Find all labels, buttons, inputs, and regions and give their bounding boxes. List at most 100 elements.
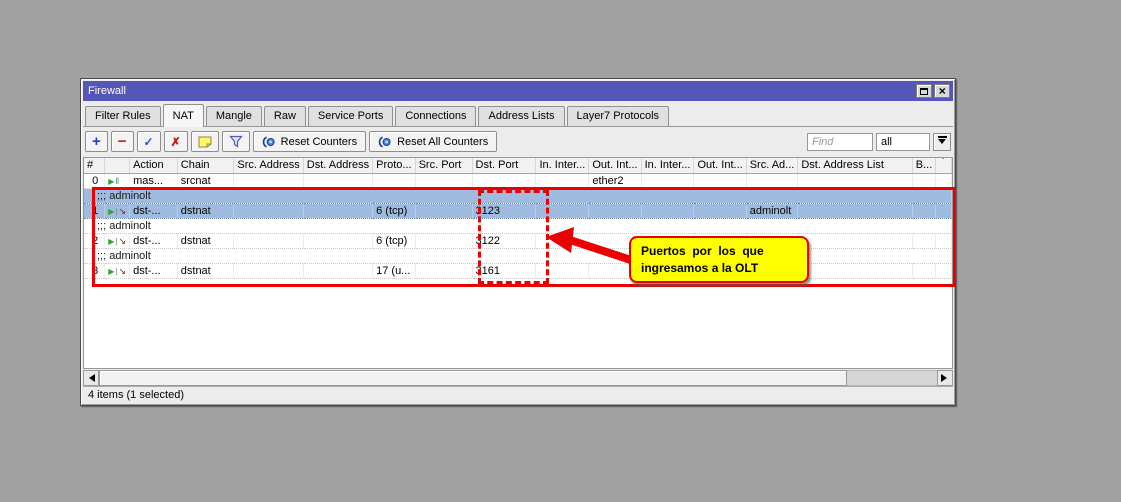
dst-nat-icon: ▶|↘ xyxy=(108,267,126,276)
masquerade-icon: ▶‖ xyxy=(108,177,119,186)
cell-dst-address-list xyxy=(798,203,912,218)
cell-dst-port: 3123 xyxy=(472,203,536,218)
comment-row[interactable]: ;;; adminolt xyxy=(84,248,952,263)
scrollbar-track[interactable] xyxy=(847,370,937,386)
col-header-dst-address[interactable]: Dst. Address xyxy=(303,158,372,173)
cell-action: mas... xyxy=(130,173,178,188)
reset-all-counters-button[interactable]: Reset All Counters xyxy=(369,131,497,152)
col-header-num[interactable]: # xyxy=(84,158,105,173)
cell-dst-address xyxy=(303,173,372,188)
tab-nat[interactable]: NAT xyxy=(163,104,204,127)
col-header-action[interactable]: Action xyxy=(130,158,178,173)
cell-dst-address xyxy=(303,233,372,248)
find-input[interactable] xyxy=(807,133,873,151)
col-header-src-address-list[interactable]: Src. Ad... xyxy=(746,158,798,173)
col-header-dst-address-list[interactable]: Dst. Address List xyxy=(798,158,912,173)
col-header-src-address[interactable]: Src. Address xyxy=(234,158,303,173)
col-header-bytes[interactable]: B... xyxy=(912,158,936,173)
cell-spacer xyxy=(936,173,952,188)
scrollbar-thumb[interactable] xyxy=(99,370,847,386)
table-header-row: # ActionChainSrc. AddressDst. AddressProt… xyxy=(84,158,952,173)
tab-layer7-protocols[interactable]: Layer7 Protocols xyxy=(567,106,670,126)
cell-src-address-list: adminolt xyxy=(746,203,798,218)
enable-rule-button[interactable]: ✓ xyxy=(137,131,161,152)
cell-dst-port xyxy=(472,173,536,188)
rule-row[interactable]: 1▶|↘dst-...dstnat6 (tcp)3123adminolt xyxy=(84,203,952,218)
cell-num: 2 xyxy=(84,233,105,248)
comment-row[interactable]: ;;; adminolt xyxy=(84,218,952,233)
horizontal-scrollbar[interactable] xyxy=(83,370,953,386)
rule-row[interactable]: 0▶‖mas...srcnatether2 xyxy=(84,173,952,188)
toolbar: + − ✓ ✗ Reset Counters Reset All Counter… xyxy=(83,127,953,157)
comment-row[interactable]: ;;; adminolt xyxy=(84,188,952,203)
tab-filter-rules[interactable]: Filter Rules xyxy=(85,106,161,126)
col-header-dst-port[interactable]: Dst. Port xyxy=(472,158,536,173)
cell-chain: dstnat xyxy=(177,263,234,278)
col-header-icon[interactable] xyxy=(105,158,130,173)
cell-in-interface-2 xyxy=(641,203,694,218)
cell-out-interface xyxy=(589,203,641,218)
chain-filter-dropdown-button[interactable] xyxy=(933,133,951,151)
tab-service-ports[interactable]: Service Ports xyxy=(308,106,393,126)
funnel-icon xyxy=(229,135,243,148)
reset-counters-label: Reset Counters xyxy=(281,136,357,148)
cell-dst-address-list xyxy=(798,263,912,278)
reset-counters-button[interactable]: Reset Counters xyxy=(253,131,366,152)
arrow-left-icon xyxy=(85,374,95,382)
col-header-chain[interactable]: Chain xyxy=(177,158,234,173)
col-header-column-selector[interactable] xyxy=(936,158,952,173)
cell-chain: dstnat xyxy=(177,233,234,248)
annotation-callout: Puertos por los que ingresamos a la OLT xyxy=(629,236,809,283)
cell-icon: ▶‖ xyxy=(105,173,130,188)
cell-src-port xyxy=(415,233,472,248)
rule-row[interactable]: 3▶|↘dst-...dstnat17 (u...3161 xyxy=(84,263,952,278)
cell-src-address xyxy=(234,203,303,218)
cell-src-address xyxy=(234,233,303,248)
add-rule-button[interactable]: + xyxy=(85,131,108,152)
cell-protocol: 17 (u... xyxy=(373,263,415,278)
cell-src-address xyxy=(234,173,303,188)
tab-raw[interactable]: Raw xyxy=(264,106,306,126)
cell-action: dst-... xyxy=(130,233,178,248)
cell-icon: ▶|↘ xyxy=(105,203,130,218)
table-body: 0▶‖mas...srcnatether2;;; adminolt1▶|↘dst… xyxy=(84,173,952,278)
chevron-down-icon xyxy=(938,139,946,148)
cell-chain: srcnat xyxy=(177,173,234,188)
col-header-out-interface[interactable]: Out. Int... xyxy=(589,158,641,173)
chain-filter-select[interactable]: all xyxy=(876,133,930,151)
cell-in-interface xyxy=(536,263,589,278)
close-button[interactable]: × xyxy=(934,84,950,98)
col-header-protocol[interactable]: Proto... xyxy=(373,158,415,173)
comment-cell: ;;; adminolt xyxy=(84,248,952,263)
cell-action: dst-... xyxy=(130,203,178,218)
filter-button[interactable] xyxy=(222,131,250,152)
col-header-out-interface-2[interactable]: Out. Int... xyxy=(694,158,746,173)
disable-rule-button[interactable]: ✗ xyxy=(164,131,188,152)
scroll-right-button[interactable] xyxy=(937,370,953,386)
nat-table: # ActionChainSrc. AddressDst. AddressProt… xyxy=(84,158,952,279)
tab-mangle[interactable]: Mangle xyxy=(206,106,262,126)
plus-icon: + xyxy=(92,134,101,149)
cell-src-port xyxy=(415,203,472,218)
rules-table-area: # ActionChainSrc. AddressDst. AddressProt… xyxy=(83,157,953,369)
close-icon: × xyxy=(938,85,945,97)
maximize-button[interactable] xyxy=(916,84,932,98)
col-header-src-port[interactable]: Src. Port xyxy=(415,158,472,173)
comment-button[interactable] xyxy=(191,131,219,152)
cell-num: 0 xyxy=(84,173,105,188)
dropdown-bar-icon xyxy=(938,136,947,138)
cell-spacer xyxy=(936,233,952,248)
remove-rule-button[interactable]: − xyxy=(111,131,134,152)
col-header-in-interface[interactable]: In. Inter... xyxy=(536,158,589,173)
cell-src-address xyxy=(234,263,303,278)
cell-src-port xyxy=(415,263,472,278)
col-header-in-interface-2[interactable]: In. Inter... xyxy=(641,158,694,173)
tab-connections[interactable]: Connections xyxy=(395,106,476,126)
cell-dst-address-list xyxy=(798,173,912,188)
x-icon: ✗ xyxy=(171,135,181,149)
titlebar[interactable]: Firewall × xyxy=(83,81,953,101)
scroll-left-button[interactable] xyxy=(83,370,99,386)
cell-in-interface-2 xyxy=(641,173,694,188)
tab-address-lists[interactable]: Address Lists xyxy=(478,106,564,126)
rule-row[interactable]: 2▶|↘dst-...dstnat6 (tcp)3122 xyxy=(84,233,952,248)
